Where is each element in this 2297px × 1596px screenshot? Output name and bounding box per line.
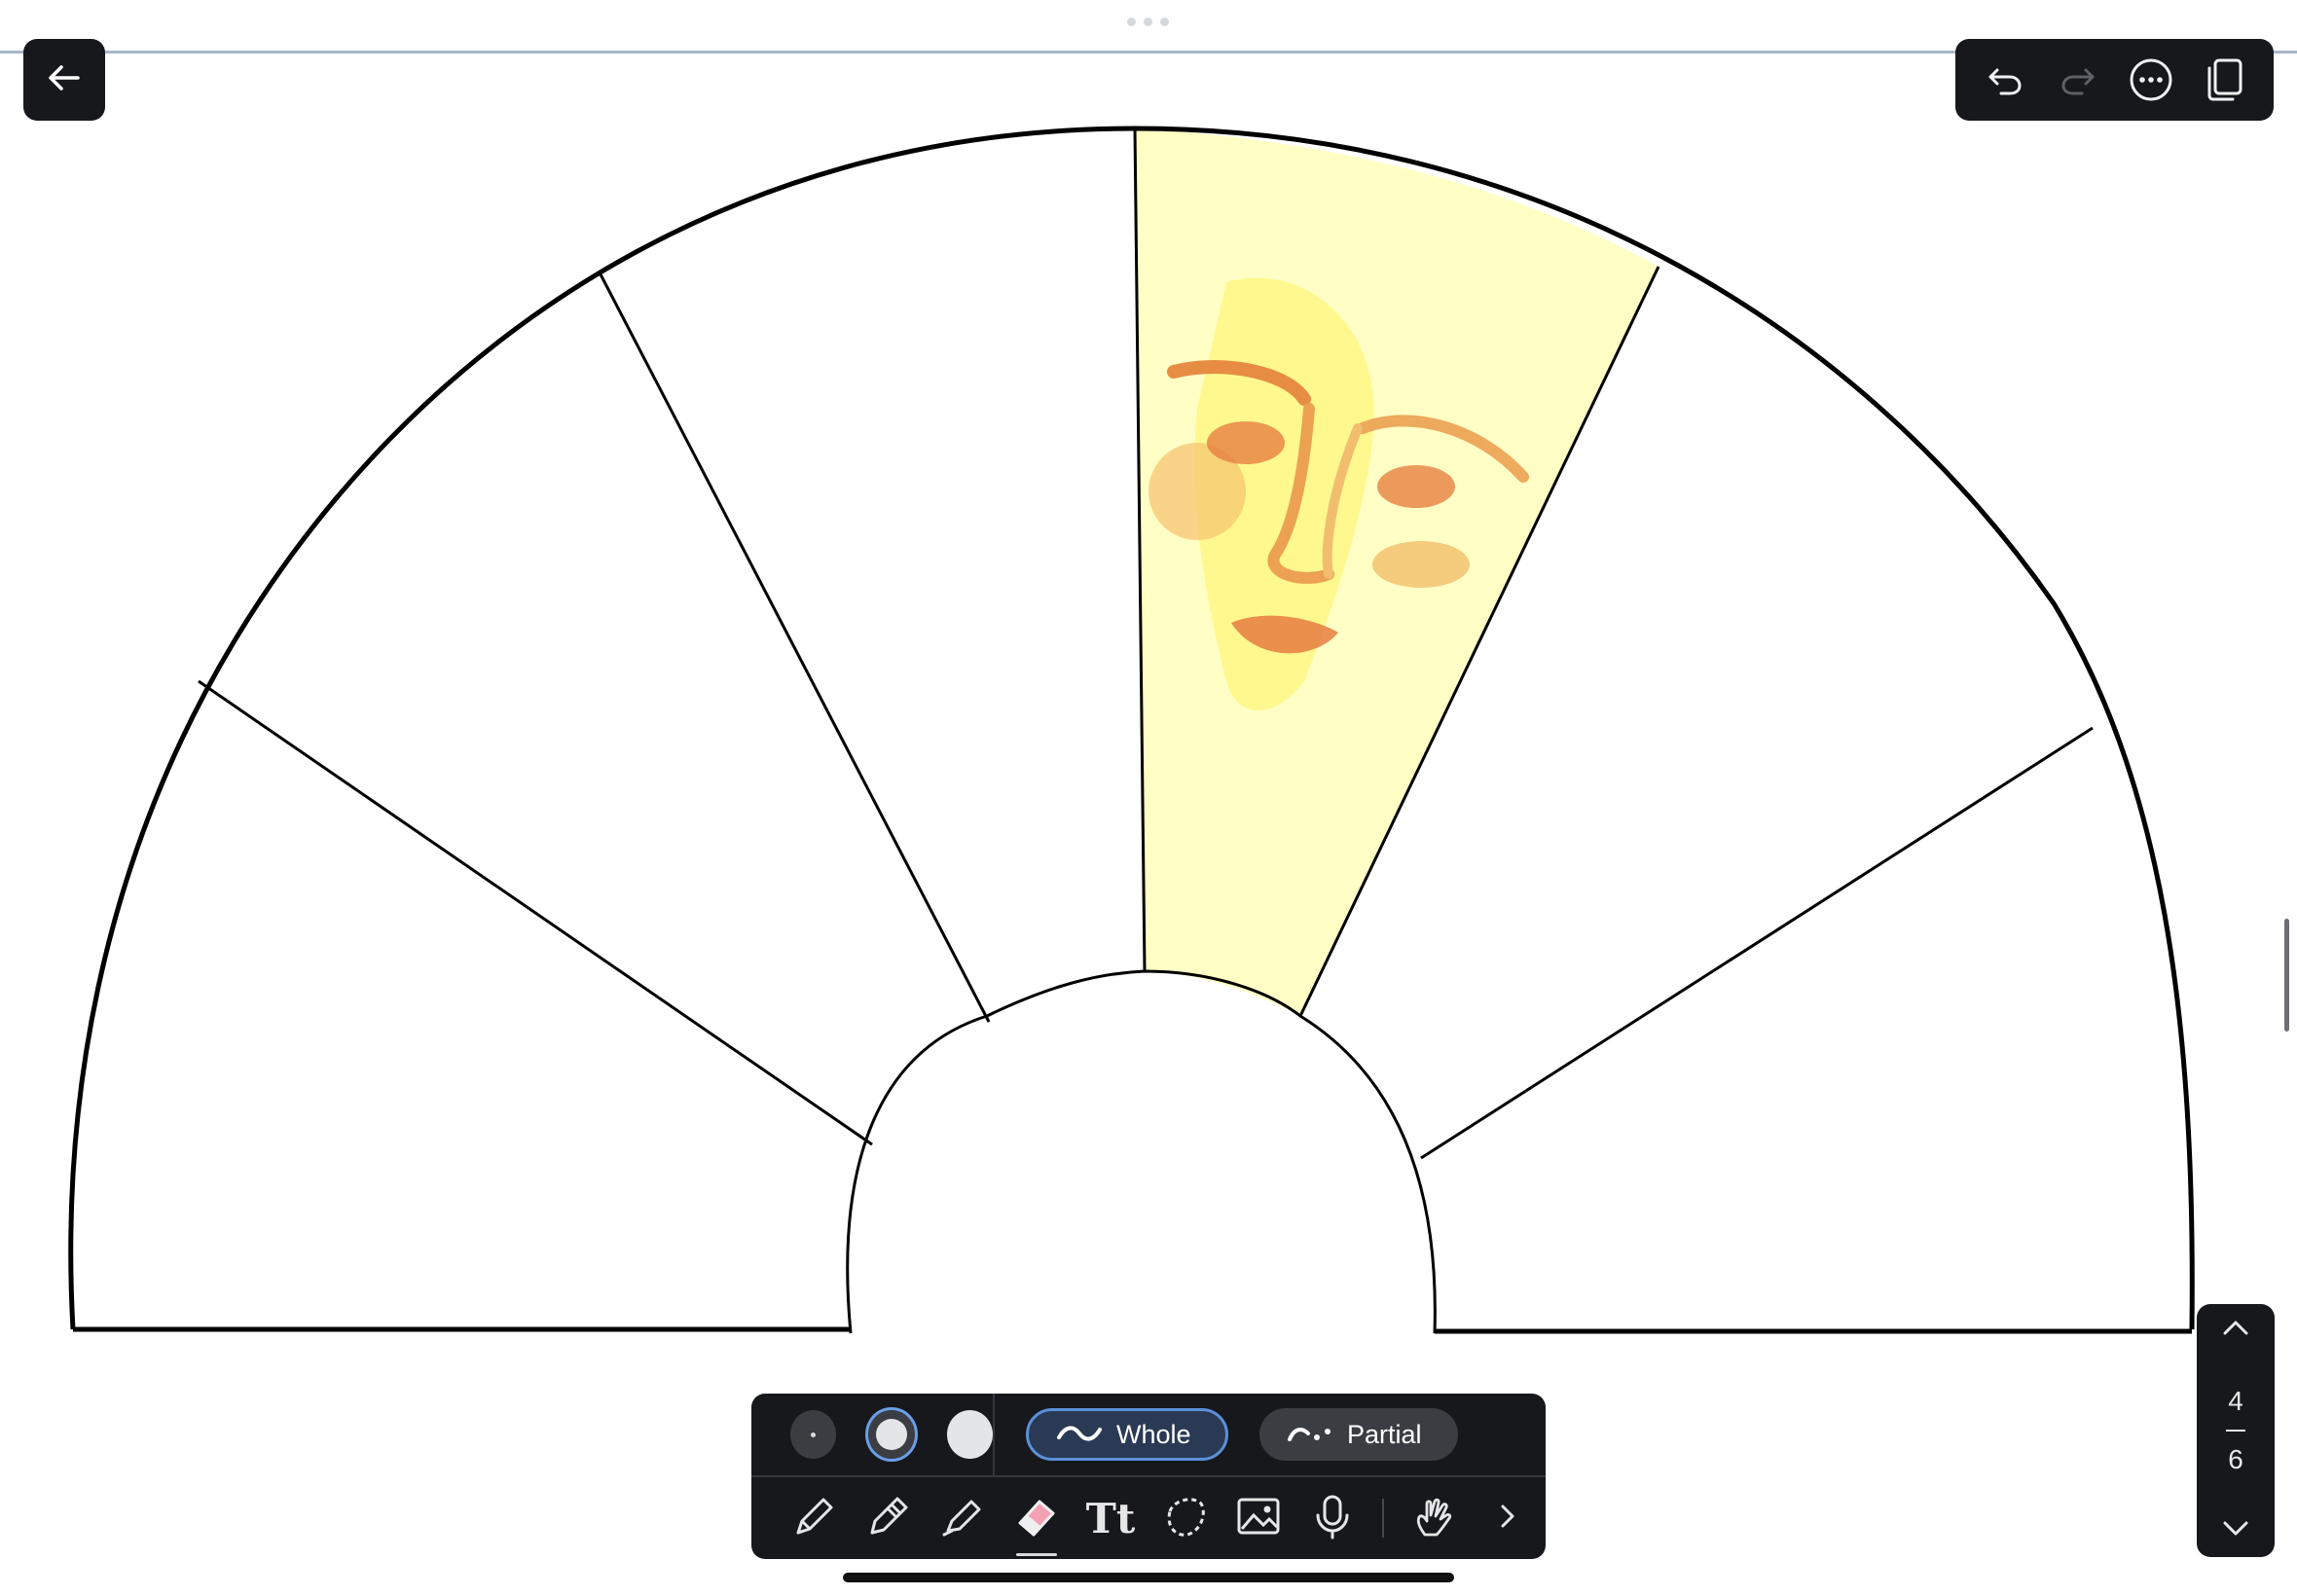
eraser-mode-partial-label: Partial [1347, 1419, 1422, 1449]
pages-icon[interactable] [2197, 53, 2251, 107]
page-navigator: 4 6 [2197, 1304, 2275, 1557]
eraser-size-small[interactable] [790, 1410, 837, 1459]
highlighter-tool[interactable] [934, 1490, 991, 1546]
eraser-icon [1012, 1492, 1061, 1545]
vertical-scroll-indicator[interactable] [2284, 919, 2289, 1032]
divider-2 [598, 272, 991, 1023]
eraser-size-large[interactable] [946, 1410, 993, 1459]
tool-palette: Whole Partial Tt [751, 1394, 1546, 1559]
eraser-size-medium[interactable] [865, 1407, 918, 1462]
image-tool[interactable] [1230, 1490, 1287, 1546]
more-icon[interactable] [2124, 53, 2178, 107]
tools-separator [1382, 1499, 1384, 1538]
notebook-canvas[interactable] [0, 0, 2297, 1596]
eraser-size-picker [751, 1394, 995, 1475]
total-pages: 6 [2228, 1444, 2243, 1474]
eraser-options: Whole Partial [751, 1394, 1546, 1475]
chevron-right-icon [1493, 1502, 1522, 1536]
image-icon [1234, 1492, 1283, 1545]
document-toolbar [1955, 39, 2274, 121]
chevron-up-icon[interactable] [2221, 1318, 2250, 1342]
lasso-icon [1160, 1492, 1209, 1545]
eraser-mode-whole-label: Whole [1116, 1419, 1191, 1449]
redo-icon[interactable] [2051, 53, 2105, 107]
divider-5 [1420, 726, 2094, 1160]
wave-icon [1056, 1420, 1103, 1450]
eraser-mode-partial[interactable]: Partial [1259, 1408, 1458, 1461]
microphone-icon [1308, 1492, 1357, 1545]
pen-tool[interactable] [786, 1490, 843, 1546]
pen-icon [790, 1492, 839, 1545]
more-tools-button[interactable] [1479, 1490, 1536, 1546]
inner-arc [846, 969, 1437, 1334]
eraser-mode-whole[interactable]: Whole [1026, 1408, 1228, 1461]
highlighter-icon [938, 1492, 987, 1545]
text-icon: Tt [1085, 1494, 1136, 1542]
divider-1 [198, 679, 873, 1146]
lasso-tool[interactable] [1156, 1490, 1213, 1546]
outer-arc [68, 126, 2195, 1330]
microphone-tool[interactable] [1304, 1490, 1361, 1546]
eraser-tool[interactable] [1008, 1490, 1065, 1556]
home-indicator[interactable] [843, 1573, 1454, 1582]
chevron-down-icon[interactable] [2221, 1519, 2250, 1543]
undo-icon[interactable] [1978, 53, 2032, 107]
tools-row: Tt [751, 1475, 1546, 1559]
hand-icon [1409, 1492, 1458, 1545]
pencil-tool[interactable] [860, 1490, 917, 1546]
back-button[interactable] [23, 39, 105, 121]
current-page: 4 [2228, 1386, 2243, 1416]
pencil-icon [864, 1492, 913, 1545]
hand-tool[interactable] [1405, 1490, 1462, 1546]
text-tool[interactable]: Tt [1082, 1490, 1139, 1546]
arrow-left-icon [45, 58, 84, 102]
partial-stroke-icon [1287, 1420, 1333, 1450]
page-separator [2226, 1430, 2245, 1432]
